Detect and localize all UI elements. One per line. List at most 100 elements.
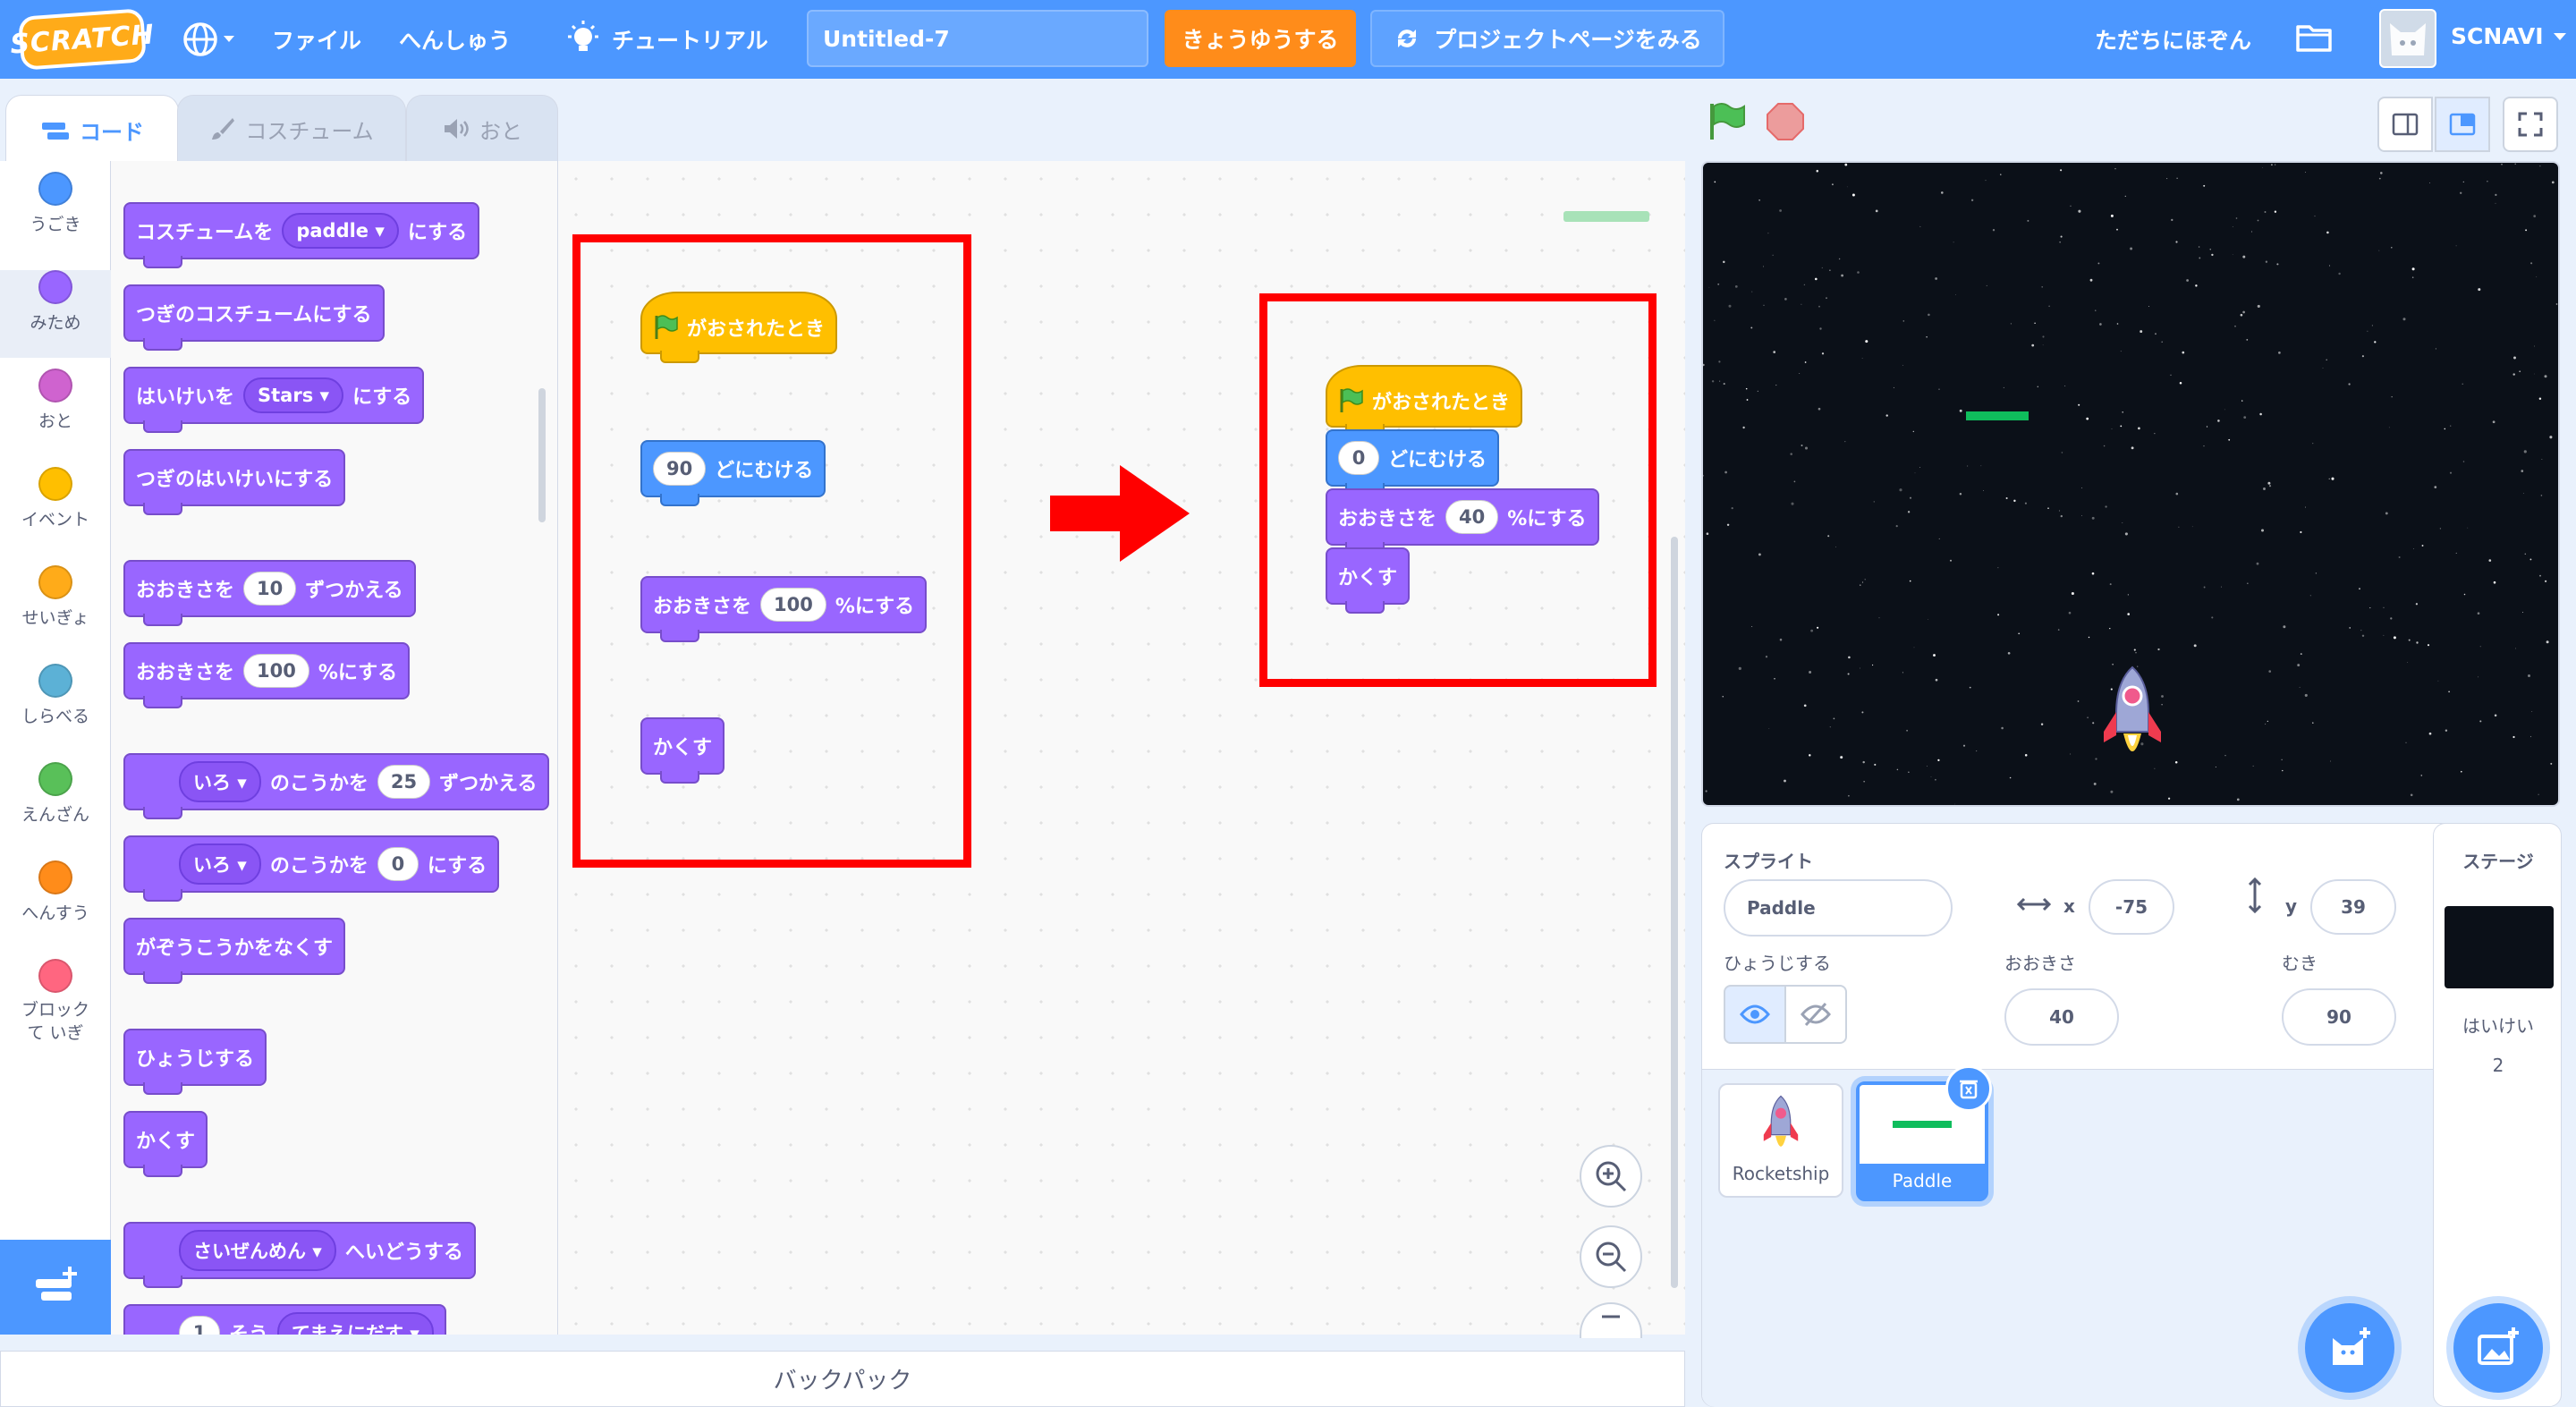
number-input[interactable]: 100 xyxy=(243,654,309,688)
share-button[interactable]: きょうゆうする xyxy=(1165,10,1356,67)
tab-code[interactable]: コード xyxy=(5,95,179,165)
size-input[interactable]: 100 xyxy=(760,588,826,622)
block-set-effect[interactable]: いろ ▾ のこうかを 0 にする xyxy=(123,835,500,902)
block-text: つぎのはいけいにする xyxy=(136,469,334,491)
size-input[interactable]: 40 xyxy=(2004,988,2119,1046)
block-point-in-direction[interactable]: 0 どにむける xyxy=(1326,429,1500,496)
username-menu[interactable]: SCNAVI xyxy=(2451,23,2567,49)
stage-canvas[interactable] xyxy=(1701,161,2560,807)
category-label: みため xyxy=(30,313,81,333)
avatar[interactable] xyxy=(2379,9,2436,68)
block-when-flag-clicked[interactable]: がおされたとき xyxy=(640,292,838,363)
delete-sprite-button[interactable] xyxy=(1945,1065,1992,1112)
direction-input[interactable]: 90 xyxy=(653,452,707,486)
block-set-size[interactable]: おおきさを 40 %にする xyxy=(1326,488,1599,555)
green-flag-button[interactable] xyxy=(1705,100,1748,143)
costume-dropdown[interactable]: paddle ▾ xyxy=(282,213,399,249)
rocketship-sprite[interactable] xyxy=(2097,664,2168,771)
number-input[interactable]: 1 xyxy=(179,1316,220,1335)
block-set-size[interactable]: おおきさを 100 %にする xyxy=(640,576,928,642)
number-input[interactable]: 25 xyxy=(377,765,431,799)
category-operators[interactable]: えんざん xyxy=(0,762,111,850)
project-title-input[interactable] xyxy=(807,10,1148,67)
block-go-to-layer[interactable]: さいぜんめん ▾ へいどうする xyxy=(123,1222,476,1288)
code-blocks-icon xyxy=(42,122,69,140)
tab-code-label: コード xyxy=(80,120,144,145)
block-change-effect[interactable]: いろ ▾ のこうかを 25 ずつかえる xyxy=(123,753,550,819)
language-globe-icon[interactable] xyxy=(181,20,238,59)
block-hide[interactable]: かくす xyxy=(123,1111,208,1177)
effect-dropdown[interactable]: いろ ▾ xyxy=(179,843,261,885)
block-next-backdrop[interactable]: つぎのはいけいにする xyxy=(123,449,346,515)
block-show[interactable]: ひょうじする xyxy=(123,1029,267,1095)
x-position-input[interactable]: -75 xyxy=(2089,879,2174,935)
block-point-in-direction[interactable]: 90 どにむける xyxy=(640,440,826,506)
script-area-scrollbar[interactable] xyxy=(1671,537,1678,1288)
choose-sprite-button[interactable] xyxy=(2305,1303,2394,1393)
category-looks[interactable]: みため xyxy=(0,270,111,358)
tutorials-menu[interactable]: チュートリアル xyxy=(612,23,768,55)
number-input[interactable]: 0 xyxy=(377,847,419,881)
direction-input[interactable]: 90 xyxy=(2282,988,2396,1046)
small-stage-button[interactable] xyxy=(2377,97,2433,152)
sprite-tile-rocketship[interactable]: Rocketship xyxy=(1718,1083,1843,1198)
number-input[interactable]: 10 xyxy=(243,572,297,606)
stage-selector-pane[interactable]: ステージ はいけい 2 xyxy=(2433,823,2562,1407)
stop-button[interactable] xyxy=(1764,100,1807,143)
tab-sound[interactable]: おと xyxy=(406,95,558,163)
category-events[interactable]: イベント xyxy=(0,467,111,555)
block-clear-effects[interactable]: がぞうこうかをなくす xyxy=(123,918,346,984)
category-sound[interactable]: おと xyxy=(0,369,111,456)
backdrop-plus-icon xyxy=(2478,1327,2519,1365)
sprite-name-input[interactable] xyxy=(1724,879,1953,937)
category-sensing[interactable]: しらべる xyxy=(0,664,111,751)
save-now-menu[interactable]: ただちにほぞん xyxy=(2095,23,2251,55)
show-sprite-button[interactable] xyxy=(1724,985,1786,1044)
block-hide[interactable]: かくす xyxy=(1326,547,1411,614)
block-text: ずつかえる xyxy=(305,580,403,602)
block-go-layers[interactable]: 1 そうてまえにだす ▾ xyxy=(123,1304,446,1335)
backdrop-dropdown[interactable]: Stars ▾ xyxy=(243,377,344,413)
size-label: おおきさ xyxy=(2004,953,2076,974)
category-variables[interactable]: へんすう xyxy=(0,860,111,948)
scratch-logo[interactable]: SCRATCH xyxy=(9,8,156,71)
choose-backdrop-button[interactable] xyxy=(2453,1303,2543,1393)
block-text: おおきさを xyxy=(136,662,235,684)
file-menu[interactable]: ファイル xyxy=(272,23,361,55)
y-position-input[interactable]: 39 xyxy=(2310,879,2396,935)
block-next-costume[interactable]: つぎのコスチュームにする xyxy=(123,284,385,351)
block-hide[interactable]: かくす xyxy=(640,717,725,784)
direction-input[interactable]: 0 xyxy=(1338,441,1379,475)
backpack[interactable]: バックパック xyxy=(0,1351,1685,1407)
block-switch-costume[interactable]: コスチュームを paddle ▾ にする xyxy=(123,202,480,268)
normal-stage-button[interactable] xyxy=(2435,97,2490,152)
block-when-flag-clicked[interactable]: がおされたとき xyxy=(1326,365,1523,437)
layer-direction-dropdown[interactable]: てまえにだす ▾ xyxy=(277,1312,434,1335)
tab-costume[interactable]: コスチューム xyxy=(177,95,406,163)
palette-scrollbar[interactable] xyxy=(538,388,546,522)
edit-menu[interactable]: へんしゅう xyxy=(399,23,511,55)
effect-dropdown[interactable]: いろ ▾ xyxy=(179,761,261,802)
operators-color-dot xyxy=(38,762,72,796)
backdrops-label: はいけい xyxy=(2462,1015,2534,1037)
eye-icon xyxy=(1740,1004,1770,1024)
script-area[interactable]: がおされたとき 90 どにむける おおきさを 100 %にする かくす がおされたとき… xyxy=(558,161,1685,1338)
add-extension-button[interactable] xyxy=(0,1240,111,1335)
hide-sprite-button[interactable] xyxy=(1784,985,1847,1044)
zoom-out-button[interactable] xyxy=(1580,1225,1642,1288)
fullscreen-button[interactable] xyxy=(2503,97,2558,152)
my-stuff-folder-icon[interactable] xyxy=(2295,21,2333,57)
category-my-blocks[interactable]: ブロックて いぎ xyxy=(0,959,111,1057)
zoom-reset-button[interactable] xyxy=(1580,1302,1642,1338)
block-change-size[interactable]: おおきさを 10 ずつかえる xyxy=(123,560,416,626)
paddle-sprite[interactable] xyxy=(1966,411,2029,420)
see-project-page-button[interactable]: プロジェクトページをみる xyxy=(1370,10,1724,67)
zoom-in-button[interactable] xyxy=(1580,1145,1642,1208)
category-control[interactable]: せいぎょ xyxy=(0,565,111,653)
block-text: かくす xyxy=(136,1131,196,1153)
category-motion[interactable]: うごき xyxy=(0,172,111,259)
block-switch-backdrop[interactable]: はいけいを Stars ▾ にする xyxy=(123,367,425,433)
layer-dropdown[interactable]: さいぜんめん ▾ xyxy=(179,1230,336,1271)
size-input[interactable]: 40 xyxy=(1445,500,1499,534)
block-set-size[interactable]: おおきさを 100 %にする xyxy=(123,642,411,708)
